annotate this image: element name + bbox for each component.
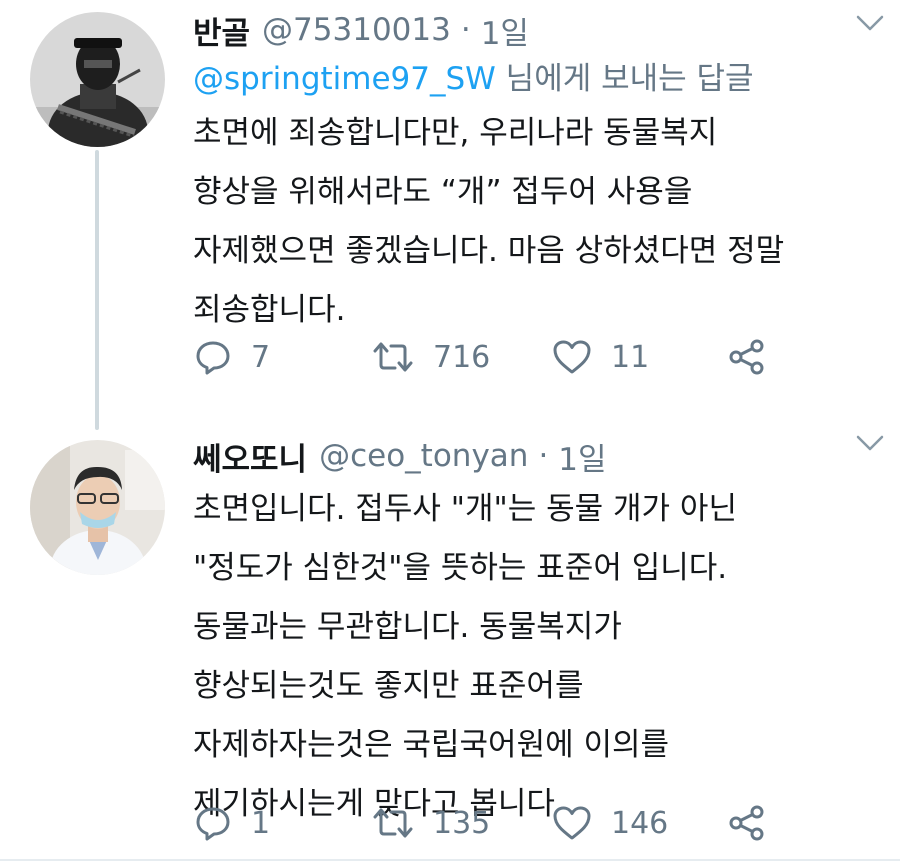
retweet-count: 716 <box>433 339 491 375</box>
display-name[interactable]: 반골 <box>193 8 250 53</box>
heart-icon <box>551 803 593 843</box>
tweet-text-line: 향상을 위해서라도 “개” 접두어 사용을 <box>193 174 693 210</box>
separator-dot: · <box>538 438 549 474</box>
share-icon <box>726 803 768 843</box>
tweet-text-line: 초면입니다. 접두사 "개"는 동물 개가 아닌 <box>193 491 737 527</box>
reply-mention-link[interactable]: @springtime97_SW <box>193 61 496 97</box>
tweet-header: 쎄오또니 @ceo_tonyan · 1일 <box>193 432 880 480</box>
like-button[interactable]: 11 <box>551 332 649 382</box>
reply-button[interactable]: 7 <box>193 332 270 382</box>
reply-count: 1 <box>251 805 271 841</box>
timestamp[interactable]: 1일 <box>481 8 529 53</box>
tweet-text-line: 자제하자는것은 국립국어원에 이의를 <box>193 727 670 763</box>
timestamp[interactable]: 1일 <box>558 434 606 479</box>
reply-button[interactable]: 1 <box>193 798 270 848</box>
reply-count: 7 <box>251 339 271 375</box>
display-name[interactable]: 쎄오또니 <box>193 434 307 479</box>
tweet-2[interactable]: 쎄오또니 @ceo_tonyan · 1일 초면입니다. 접두사 "개"는 동물… <box>0 420 900 861</box>
retweet-button[interactable]: 135 <box>371 798 490 848</box>
tweet-text-line: "정도가 심한것"을 뜻하는 표준어 입니다. <box>193 550 728 586</box>
tweet-text-line: 자제했으면 좋겠습니다. 마음 상하셨다면 정말 <box>193 233 785 269</box>
retweet-count: 135 <box>433 805 491 841</box>
share-button[interactable] <box>726 798 768 848</box>
avatar[interactable] <box>30 440 165 575</box>
tweet-text-line: 동물과는 무관합니다. 동물복지가 <box>193 609 622 645</box>
retweet-icon <box>371 803 415 843</box>
tweet-text: 초면에 죄송합니다만, 우리나라 동물복지 향상을 위해서라도 “개” 접두어 … <box>193 104 880 340</box>
user-handle[interactable]: @75310013 <box>262 12 451 48</box>
tweet-header: 반골 @75310013 · 1일 <box>193 6 880 54</box>
chevron-down-icon[interactable] <box>850 428 890 458</box>
reply-to-line: @springtime97_SW 님에게 보내는 답글 <box>193 54 880 104</box>
tweet-1[interactable]: 반골 @75310013 · 1일 @springtime97_SW 님에게 보… <box>0 0 900 410</box>
heart-icon <box>551 337 593 377</box>
tweet-text-line: 향상되는것도 좋지만 표준어를 <box>193 668 584 704</box>
reply-to-suffix: 님에게 보내는 답글 <box>495 61 754 97</box>
retweet-icon <box>371 337 415 377</box>
like-count: 11 <box>611 339 650 375</box>
tweet-actions: 7 716 11 <box>193 332 793 382</box>
tweet-text-line: 초면에 죄송합니다만, 우리나라 동물복지 <box>193 115 718 151</box>
share-icon <box>726 337 768 377</box>
share-button[interactable] <box>726 332 768 382</box>
tweet-actions: 1 135 146 <box>193 798 793 848</box>
separator-dot: · <box>460 12 471 48</box>
chevron-down-icon[interactable] <box>850 8 890 38</box>
retweet-button[interactable]: 716 <box>371 332 490 382</box>
reply-icon <box>193 803 233 843</box>
like-count: 146 <box>611 805 669 841</box>
user-handle[interactable]: @ceo_tonyan <box>319 438 528 474</box>
reply-icon <box>193 337 233 377</box>
avatar[interactable] <box>30 12 165 147</box>
like-button[interactable]: 146 <box>551 798 668 848</box>
tweet-text: 초면입니다. 접두사 "개"는 동물 개가 아닌 "정도가 심한것"을 뜻하는 … <box>193 480 880 834</box>
